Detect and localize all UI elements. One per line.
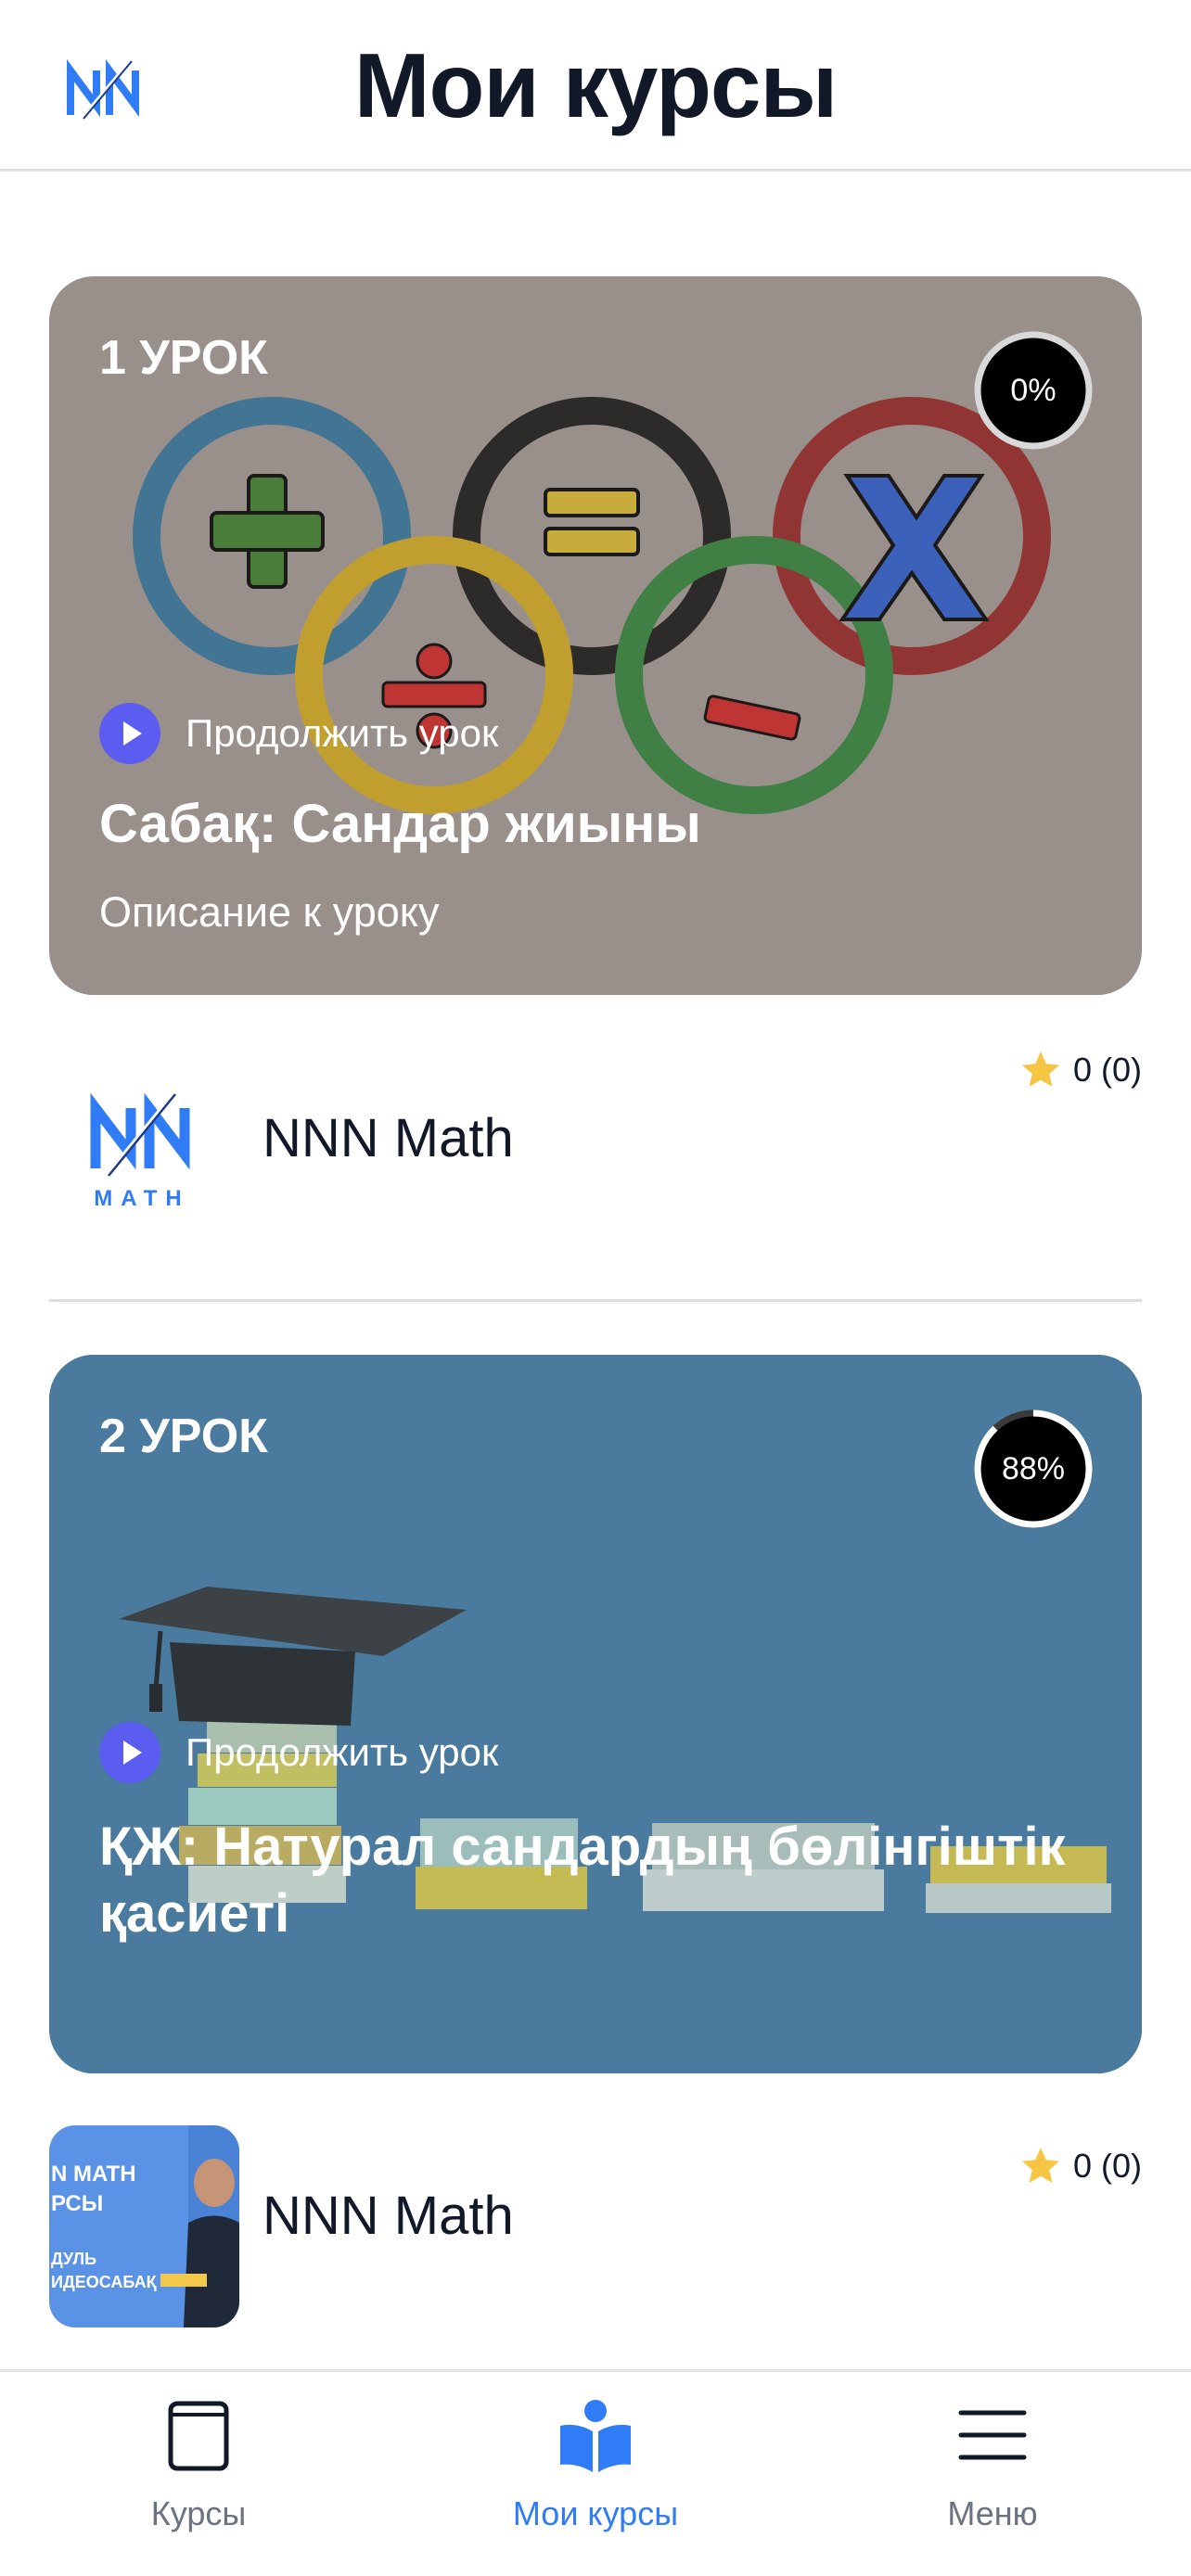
page-title: Мои курсы bbox=[353, 34, 838, 136]
lesson-title: Сабақ: Сандар жиыны bbox=[99, 794, 701, 854]
progress-percent: 88% bbox=[1001, 1451, 1066, 1486]
continue-lesson-label: Продолжить урок bbox=[186, 711, 499, 755]
play-icon bbox=[99, 1722, 160, 1783]
lesson-title: ҚЖ: Натурал сандардың бөлінгіштік қасиет… bbox=[99, 1817, 1066, 1944]
lesson-description: Описание к уроку bbox=[99, 888, 440, 936]
lesson-number: 2 УРОК bbox=[99, 1409, 268, 1463]
course-author-row[interactable]: MATH NNN Math 0 (0) bbox=[49, 1029, 1142, 1233]
menu-icon bbox=[958, 2410, 1027, 2460]
continue-lesson-button[interactable]: Продолжить урок bbox=[99, 703, 498, 764]
tab-bar: Курсы Мои курсы Меню bbox=[0, 2369, 1191, 2576]
tab-label: Мои курсы bbox=[512, 2494, 679, 2532]
nnn-math-logo-avatar: MATH bbox=[49, 1029, 239, 1231]
rating-value: 0 (0) bbox=[1072, 1051, 1142, 1089]
progress-percent: 0% bbox=[1010, 373, 1057, 408]
play-icon bbox=[99, 703, 160, 764]
thumbnail-text-4: ИДЕОСАБАҚ bbox=[51, 2273, 157, 2291]
tab-label: Меню bbox=[947, 2494, 1038, 2532]
tab-courses[interactable]: Курсы bbox=[59, 2372, 338, 2576]
reader-icon bbox=[560, 2400, 631, 2472]
tab-my-courses[interactable]: Мои курсы bbox=[456, 2372, 735, 2576]
svg-text:MATH: MATH bbox=[94, 1186, 190, 1211]
rating: 0 (0) bbox=[1018, 1048, 1142, 1092]
tab-menu[interactable]: Меню bbox=[853, 2372, 1132, 2576]
thumbnail-text-3: ДУЛЬ bbox=[51, 2250, 96, 2268]
lesson-number: 1 УРОК bbox=[99, 331, 268, 385]
continue-lesson-label: Продолжить урок bbox=[186, 1730, 499, 1774]
author-name: NNN Math bbox=[263, 1108, 514, 1168]
header: Мои курсы bbox=[0, 0, 1191, 172]
my-courses-screen: Мои курсы 1 УРОК 0% Продолжить урок Саба… bbox=[0, 0, 1191, 2576]
continue-lesson-button[interactable]: Продолжить урок bbox=[99, 1722, 498, 1783]
course-thumbnail: N MATH РСЫ ДУЛЬ ИДЕОСАБАҚ bbox=[49, 2125, 239, 2327]
star-icon bbox=[1021, 2148, 1059, 2183]
divider bbox=[49, 1299, 1142, 1302]
star-icon bbox=[1021, 1052, 1059, 1087]
thumbnail-text-2: РСЫ bbox=[51, 2191, 103, 2216]
thumbnail-text-1: N MATH bbox=[51, 2162, 136, 2187]
course-card[interactable]: 2 УРОК 88% Продолжить урок ҚЖ: Натурал с… bbox=[49, 1355, 1142, 2073]
rating: 0 (0) bbox=[1018, 2144, 1142, 2188]
rating-value: 0 (0) bbox=[1072, 2147, 1142, 2185]
author-name: NNN Math bbox=[263, 2186, 514, 2246]
tab-label: Курсы bbox=[150, 2494, 247, 2532]
course-card[interactable]: 1 УРОК 0% Продолжить урок Сабақ: Сандар … bbox=[49, 276, 1142, 995]
course-author-row[interactable]: N MATH РСЫ ДУЛЬ ИДЕОСАБАҚ NNN Math 0 (0) bbox=[49, 2125, 1142, 2329]
book-icon bbox=[168, 2401, 229, 2471]
